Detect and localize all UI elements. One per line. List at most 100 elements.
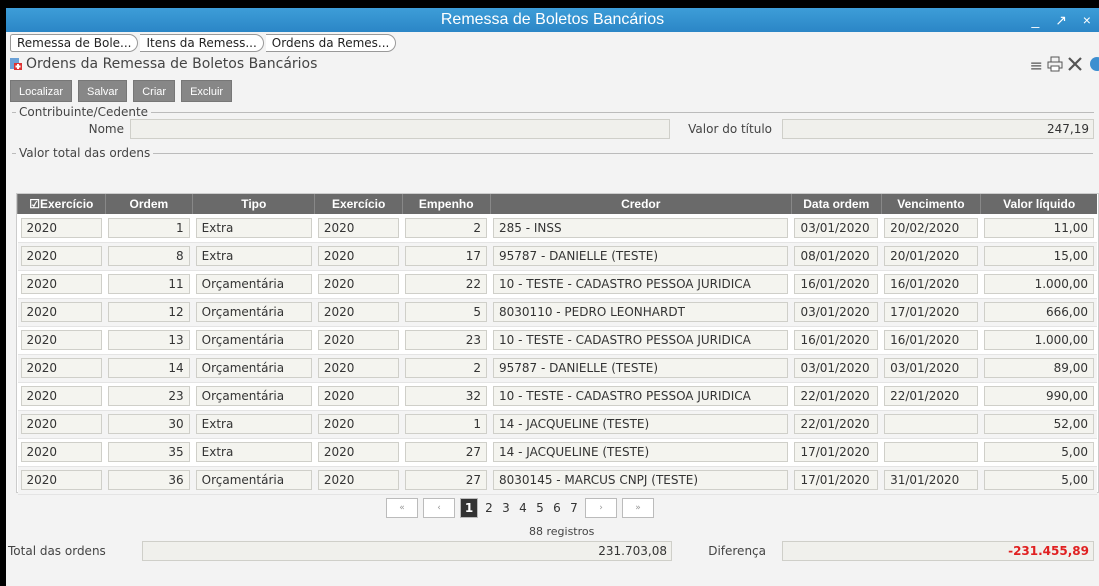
cell-tipo[interactable]: Extra [195,246,312,266]
col-exercicio[interactable]: ☑Exercício [17,194,106,214]
tools-icon[interactable] [1067,56,1083,76]
cell-exercicio-empenho[interactable]: 2020 [317,386,400,406]
cell-credor[interactable]: 14 - JACQUELINE (TESTE) [493,442,789,462]
cell-ordem[interactable]: 14 [108,358,190,378]
cell-tipo[interactable]: Orçamentária [195,470,312,490]
breadcrumb-ordens[interactable]: Ordens da Remes... [265,34,397,52]
cell-valor-liquido[interactable]: 1.000,00 [983,274,1094,294]
cell-ordem[interactable]: 36 [108,470,190,490]
cell-tipo[interactable]: Orçamentária [195,358,312,378]
valor-titulo-field[interactable]: 247,19 [782,119,1094,139]
cell-exercicio-empenho[interactable]: 2020 [317,274,400,294]
cell-credor[interactable]: 14 - JACQUELINE (TESTE) [493,414,789,434]
cell-vencimento[interactable]: 20/01/2020 [884,246,978,266]
col-vencimento[interactable]: Vencimento [880,194,981,214]
breadcrumb-itens[interactable]: Itens da Remess... [140,34,264,52]
diferenca-field[interactable]: -231.455,89 [782,541,1094,561]
window-controls[interactable]: _ ↗ × [1032,8,1097,32]
cell-valor-liquido[interactable]: 5,00 [983,470,1094,490]
cell-exercicio-empenho[interactable]: 2020 [317,217,400,238]
cell-data-ordem[interactable]: 17/01/2020 [794,470,879,490]
cell-credor[interactable]: 8030110 - PEDRO LEONHARDT [493,302,789,322]
cell-vencimento[interactable]: 31/01/2020 [884,470,978,490]
col-valor-liquido[interactable]: Valor líquido [980,194,1097,214]
cell-data-ordem[interactable]: 03/01/2020 [794,358,879,378]
cell-tipo[interactable]: Extra [195,217,312,238]
page-current[interactable]: 1 [460,498,478,518]
cell-valor-liquido[interactable]: 5,00 [983,442,1094,462]
cell-vencimento[interactable] [884,442,978,462]
cell-ordem[interactable]: 23 [108,386,190,406]
cell-exercicio-empenho[interactable]: 2020 [317,302,400,322]
cell-exercicio[interactable]: 2020 [20,330,103,350]
cell-valor-liquido[interactable]: 11,00 [983,217,1094,238]
cell-vencimento[interactable]: 20/02/2020 [884,217,978,238]
cell-exercicio[interactable]: 2020 [20,274,103,294]
table-row[interactable]: 2020 30 Extra 2020 1 14 - JACQUELINE (TESTE) 2… [17,410,1097,439]
cell-tipo[interactable]: Orçamentária [195,386,312,406]
cell-empenho[interactable]: 23 [405,330,488,350]
cell-valor-liquido[interactable]: 666,00 [983,302,1094,322]
table-row[interactable]: 2020 13 Orçamentária 2020 23 10 - TESTE - CAD… [17,326,1097,355]
cell-credor[interactable]: 10 - TESTE - CADASTRO PESSOA JURIDICA [493,386,789,406]
cell-valor-liquido[interactable]: 1.000,00 [983,330,1094,350]
cell-tipo[interactable]: Extra [195,442,312,462]
cell-empenho[interactable]: 27 [405,470,488,490]
cell-vencimento[interactable]: 22/01/2020 [884,386,978,406]
table-row[interactable]: 2020 14 Orçamentária 2020 2 95787 - DANIELLE … [17,354,1097,383]
cell-ordem[interactable]: 35 [108,442,190,462]
cell-exercicio[interactable]: 2020 [20,246,103,266]
first-page-button[interactable]: « [386,498,418,518]
cell-credor[interactable]: 95787 - DANIELLE (TESTE) [493,246,789,266]
salvar-button[interactable]: Salvar [78,80,128,102]
cell-exercicio[interactable]: 2020 [20,414,103,434]
page-link[interactable]: 6 [551,501,563,515]
cell-credor[interactable]: 285 - INSS [493,217,789,238]
cell-vencimento[interactable]: 17/01/2020 [884,302,978,322]
cell-data-ordem[interactable]: 22/01/2020 [794,414,879,434]
cell-exercicio[interactable]: 2020 [20,302,103,322]
cell-empenho[interactable]: 32 [405,386,488,406]
cell-empenho[interactable]: 5 [405,302,488,322]
cell-exercicio[interactable]: 2020 [20,470,103,490]
page-link[interactable]: 5 [534,501,546,515]
cell-exercicio-empenho[interactable]: 2020 [317,358,400,378]
prev-page-button[interactable]: ‹ [423,498,455,518]
cell-exercicio[interactable]: 2020 [20,217,103,238]
cell-valor-liquido[interactable]: 52,00 [983,414,1094,434]
page-link[interactable]: 3 [500,501,512,515]
cell-tipo[interactable]: Orçamentária [195,274,312,294]
breadcrumb-remessa[interactable]: Remessa de Bole... [10,34,139,52]
cell-tipo[interactable]: Extra [195,414,312,434]
cell-vencimento[interactable]: 16/01/2020 [884,274,978,294]
cell-empenho[interactable]: 2 [405,217,488,238]
cell-valor-liquido[interactable]: 15,00 [983,246,1094,266]
cell-valor-liquido[interactable]: 990,00 [983,386,1094,406]
col-empenho[interactable]: Empenho [401,194,491,214]
cell-ordem[interactable]: 8 [108,246,190,266]
cell-ordem[interactable]: 11 [108,274,190,294]
cell-data-ordem[interactable]: 16/01/2020 [794,274,879,294]
cell-credor[interactable]: 10 - TESTE - CADASTRO PESSOA JURIDICA [493,330,789,350]
cell-data-ordem[interactable]: 08/01/2020 [794,246,879,266]
cell-tipo[interactable]: Orçamentária [195,330,312,350]
table-row[interactable]: 2020 36 Orçamentária 2020 27 8030145 - MARCUS… [17,466,1097,495]
cell-data-ordem[interactable]: 17/01/2020 [794,442,879,462]
cell-empenho[interactable]: 1 [405,414,488,434]
cell-data-ordem[interactable]: 03/01/2020 [794,217,879,238]
last-page-button[interactable]: » [622,498,654,518]
cell-ordem[interactable]: 12 [108,302,190,322]
next-page-button[interactable]: › [585,498,617,518]
cell-ordem[interactable]: 30 [108,414,190,434]
col-ordem[interactable]: Ordem [104,194,193,214]
cell-empenho[interactable]: 27 [405,442,488,462]
table-row[interactable]: 2020 23 Orçamentária 2020 32 10 - TESTE - CAD… [17,382,1097,411]
cell-empenho[interactable]: 22 [405,274,488,294]
cell-data-ordem[interactable]: 16/01/2020 [794,330,879,350]
col-credor[interactable]: Credor [489,194,792,214]
cell-vencimento[interactable]: 03/01/2020 [884,358,978,378]
page-link[interactable]: 4 [517,501,529,515]
menu-icon[interactable]: ≡ [1030,56,1043,76]
cell-exercicio-empenho[interactable]: 2020 [317,330,400,350]
cell-exercicio-empenho[interactable]: 2020 [317,246,400,266]
